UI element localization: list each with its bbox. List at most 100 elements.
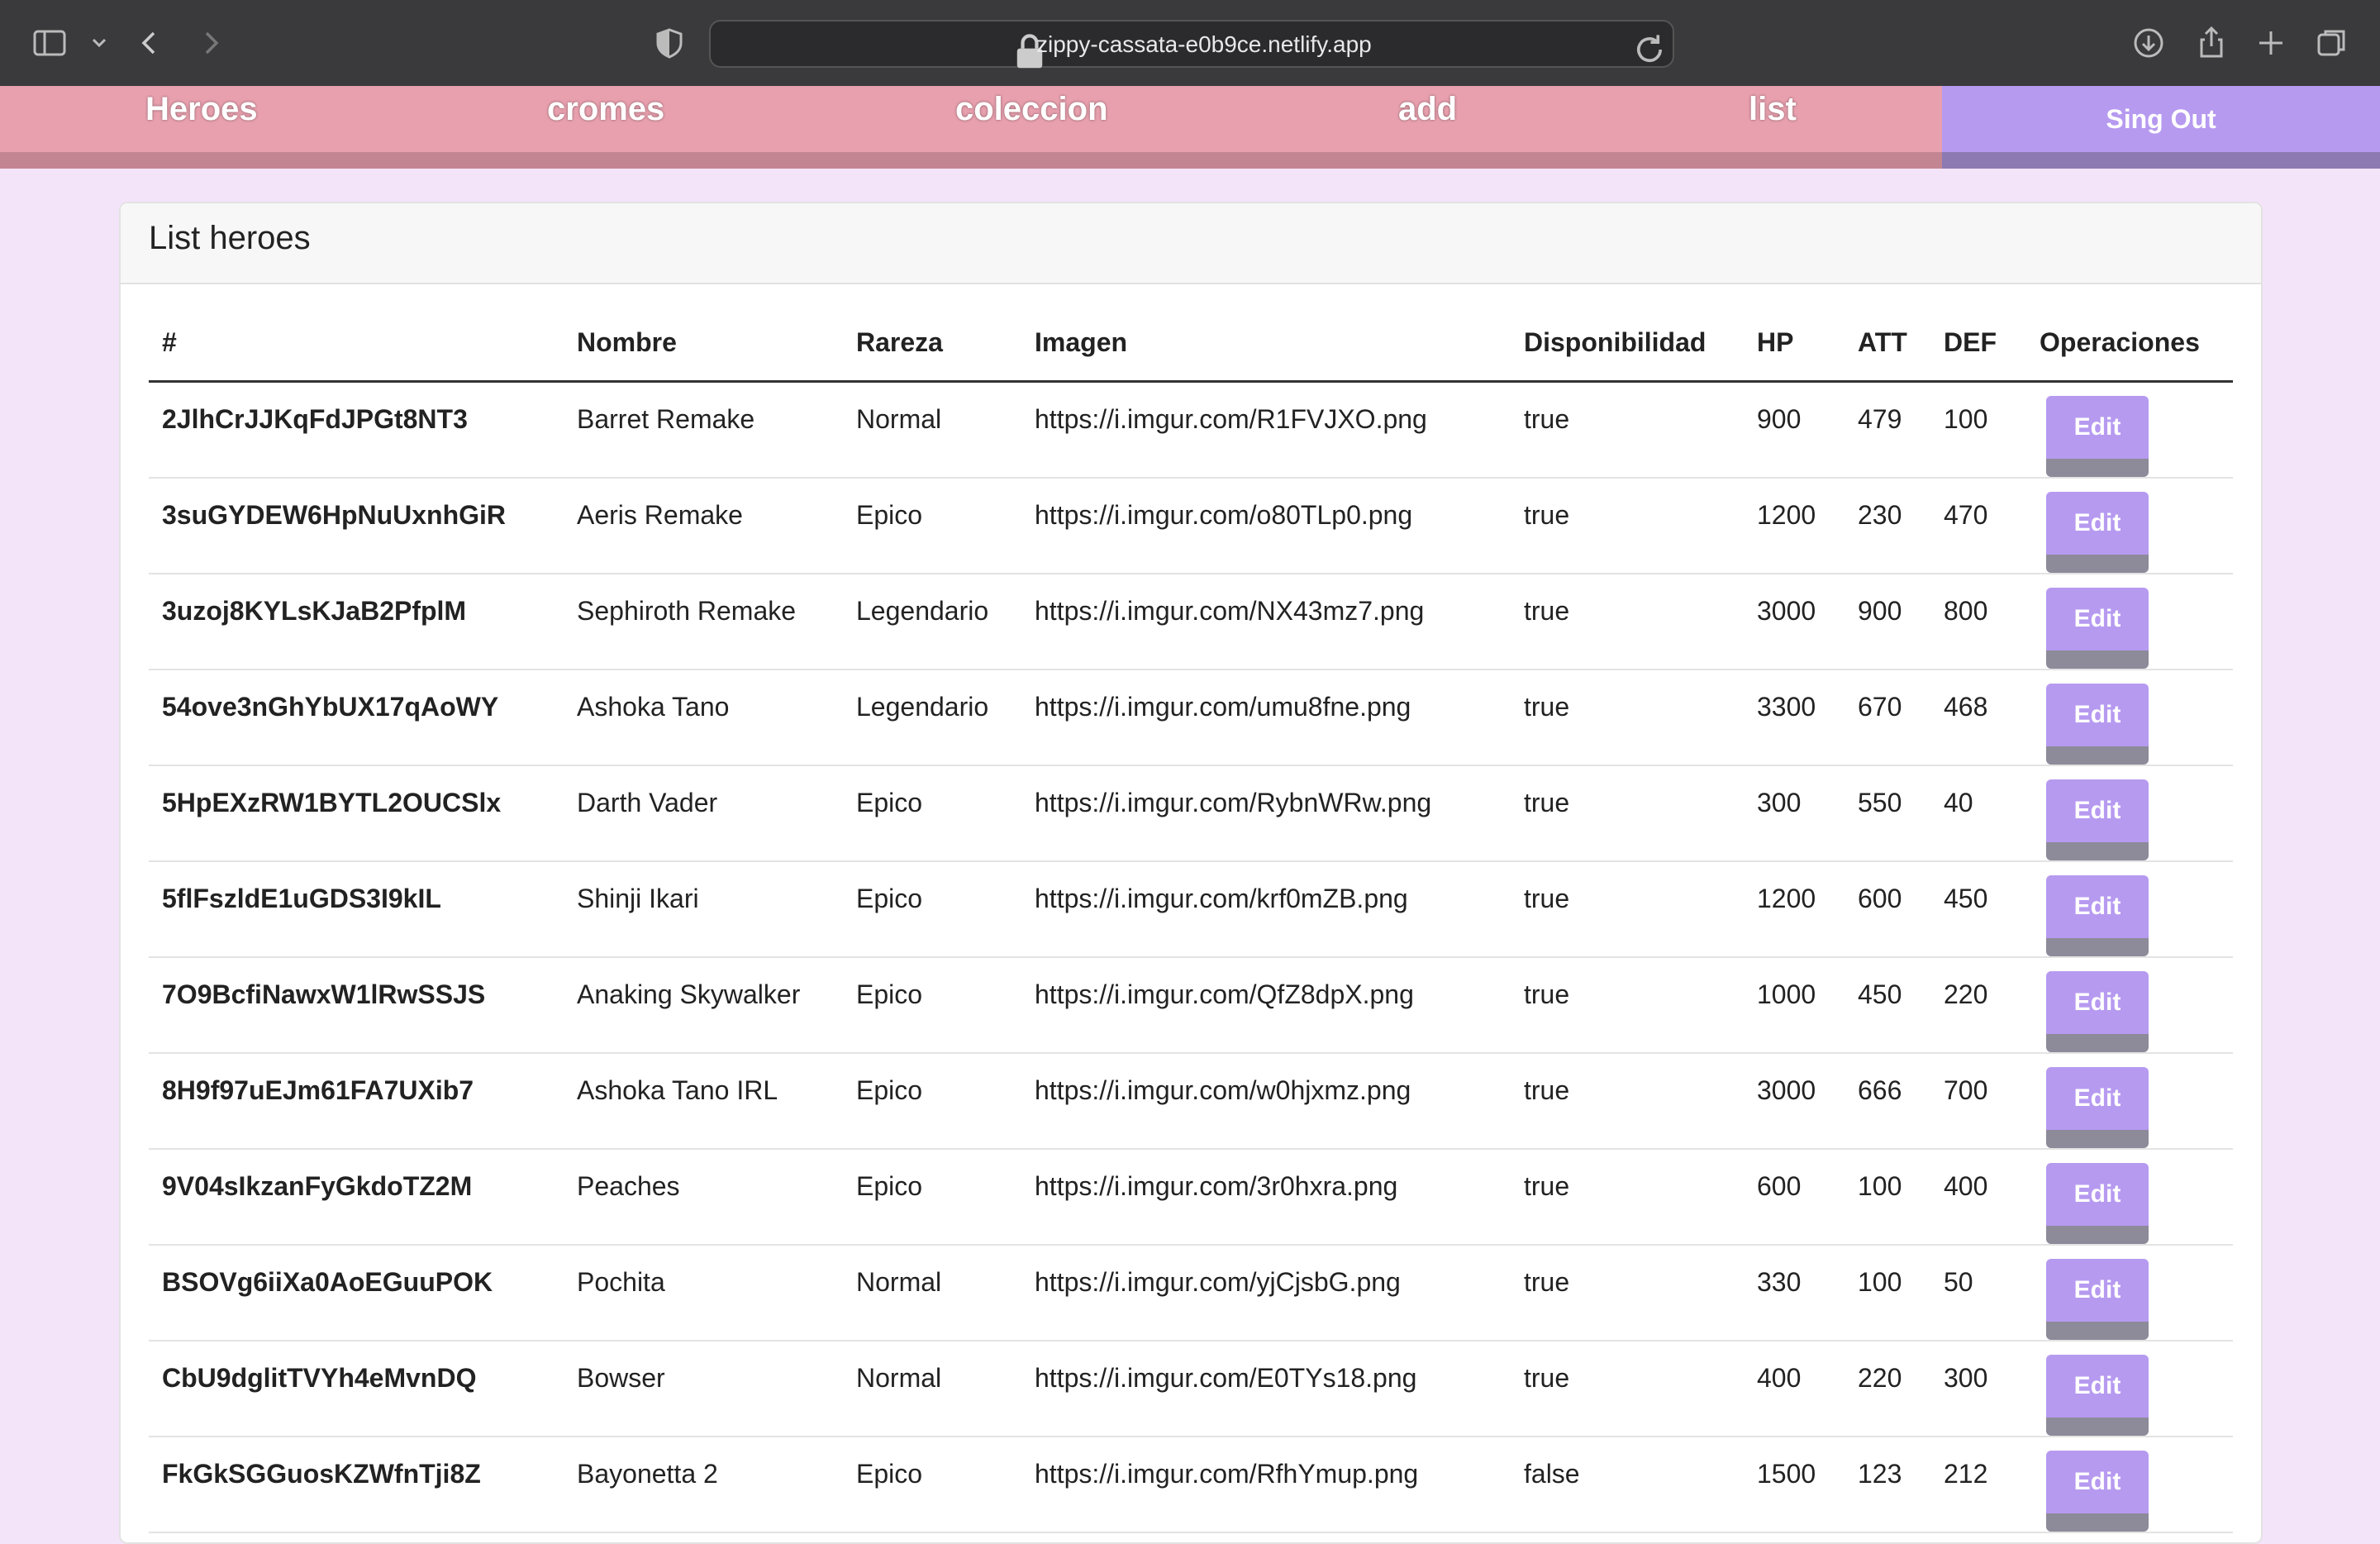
cell-operaciones: Edit <box>2026 1437 2233 1533</box>
forward-icon[interactable] <box>192 25 228 61</box>
table-row: 8H9f97uEJm61FA7UXib7 Ashoka Tano IRL Epico… <box>149 1053 2233 1150</box>
cell-rareza: Epico <box>843 765 1021 862</box>
nav-list[interactable]: list <box>1749 91 1797 128</box>
cell-def: 212 <box>1930 1437 2026 1533</box>
cell-def: 300 <box>1930 1341 2026 1437</box>
table-row: 9V04sIkzanFyGkdoTZ2M Peaches Epico https://… <box>149 1149 2233 1246</box>
table-row: FkGkSGGuosKZWfnTji8Z Bayonetta 2 Epico http… <box>149 1437 2233 1533</box>
cell-rareza: Legendario <box>843 670 1021 766</box>
table-row: 7O9BcfiNawxW1lRwSSJS Anaking Skywalker Epi… <box>149 957 2233 1054</box>
share-icon[interactable] <box>2193 25 2230 61</box>
cell-id: 8H9f97uEJm61FA7UXib7 <box>149 1053 564 1150</box>
cell-imagen: https://i.imgur.com/RfhYmup.png <box>1021 1437 1511 1533</box>
cell-att: 100 <box>1844 1245 1930 1341</box>
cell-id: 9V04sIkzanFyGkdoTZ2M <box>149 1149 564 1246</box>
cell-id: 3suGYDEW6HpNuUxnhGiR <box>149 478 564 574</box>
chevron-down-icon[interactable] <box>81 25 107 61</box>
cell-att: 666 <box>1844 1053 1930 1150</box>
cell-nombre: Peaches <box>564 1149 843 1246</box>
back-icon[interactable] <box>132 25 169 61</box>
cell-operaciones: Edit <box>2026 765 2233 862</box>
cell-def: 40 <box>1930 765 2026 862</box>
sign-out-button[interactable]: Sing Out <box>1942 86 2380 169</box>
cell-nombre: Bayonetta 2 <box>564 1437 843 1533</box>
edit-button[interactable]: Edit <box>2046 684 2149 765</box>
edit-button[interactable]: Edit <box>2046 779 2149 860</box>
cell-hp: 600 <box>1744 1149 1844 1246</box>
cell-disponibilidad: true <box>1511 1149 1744 1246</box>
edit-button[interactable]: Edit <box>2046 492 2149 573</box>
edit-button[interactable]: Edit <box>2046 1067 2149 1148</box>
col-header-def: DEF <box>1930 327 2026 383</box>
edit-button[interactable]: Edit <box>2046 1355 2149 1436</box>
cell-nombre: Darth Vader <box>564 765 843 862</box>
nav-cromes[interactable]: cromes <box>547 91 664 128</box>
table-row: 3uzoj8KYLsKJaB2PfplM Sephiroth Remake Lege… <box>149 574 2233 670</box>
edit-button[interactable]: Edit <box>2046 396 2149 477</box>
new-tab-icon[interactable] <box>2253 25 2289 61</box>
nav-coleccion[interactable]: coleccion <box>955 91 1108 128</box>
cell-def: 100 <box>1930 381 2026 479</box>
cell-hp: 1000 <box>1744 957 1844 1054</box>
edit-button[interactable]: Edit <box>2046 971 2149 1052</box>
cell-disponibilidad: true <box>1511 381 1744 479</box>
cell-operaciones: Edit <box>2026 861 2233 958</box>
reload-icon[interactable] <box>1631 31 1663 63</box>
cell-def: 50 <box>1930 1245 2026 1341</box>
cell-nombre: Ashoka Tano IRL <box>564 1053 843 1150</box>
cell-operaciones: Edit <box>2026 670 2233 766</box>
cell-att: 100 <box>1844 1149 1930 1246</box>
cell-disponibilidad: true <box>1511 670 1744 766</box>
edit-button[interactable]: Edit <box>2046 1451 2149 1532</box>
cell-def: 220 <box>1930 957 2026 1054</box>
cell-operaciones: Edit <box>2026 957 2233 1054</box>
cell-operaciones: Edit <box>2026 1149 2233 1246</box>
cell-def: 470 <box>1930 478 2026 574</box>
cell-def: 450 <box>1930 861 2026 958</box>
shield-icon[interactable] <box>651 25 688 61</box>
edit-button[interactable]: Edit <box>2046 1259 2149 1340</box>
cell-nombre: Ashoka Tano <box>564 670 843 766</box>
cell-rareza: Epico <box>843 1053 1021 1150</box>
cell-id: 3uzoj8KYLsKJaB2PfplM <box>149 574 564 670</box>
cell-imagen: https://i.imgur.com/krf0mZB.png <box>1021 861 1511 958</box>
sidebar-icon[interactable] <box>31 25 68 61</box>
cell-hp: 330 <box>1744 1245 1844 1341</box>
cell-rareza: Epico <box>843 1437 1021 1533</box>
cell-id: 5HpEXzRW1BYTL2OUCSlx <box>149 765 564 862</box>
cell-id: 7O9BcfiNawxW1lRwSSJS <box>149 957 564 1054</box>
edit-button[interactable]: Edit <box>2046 588 2149 669</box>
cell-nombre: Barret Remake <box>564 381 843 479</box>
cell-operaciones: Edit <box>2026 1245 2233 1341</box>
tabs-overview-icon[interactable] <box>2314 25 2350 61</box>
cell-id: BSOVg6iiXa0AoEGuuPOK <box>149 1245 564 1341</box>
cell-imagen: https://i.imgur.com/o80TLp0.png <box>1021 478 1511 574</box>
nav-add[interactable]: add <box>1398 91 1457 128</box>
url-text: zippy-cassata-e0b9ce.netlify.app <box>1036 31 1372 57</box>
download-icon[interactable] <box>2130 25 2167 61</box>
cell-id: 2JlhCrJJKqFdJPGt8NT3 <box>149 381 564 479</box>
edit-button[interactable]: Edit <box>2046 875 2149 956</box>
cell-imagen: https://i.imgur.com/R1FVJXO.png <box>1021 381 1511 479</box>
cell-att: 600 <box>1844 861 1930 958</box>
nav-heroes[interactable]: Heroes <box>145 91 258 128</box>
cell-imagen: https://i.imgur.com/E0TYs18.png <box>1021 1341 1511 1437</box>
table-row: 2JlhCrJJKqFdJPGt8NT3 Barret Remake Normal h… <box>149 381 2233 479</box>
cell-imagen: https://i.imgur.com/yjCjsbG.png <box>1021 1245 1511 1341</box>
cell-disponibilidad: true <box>1511 957 1744 1054</box>
col-header-operaciones: Operaciones <box>2026 327 2233 383</box>
col-header-rareza: Rareza <box>843 327 1021 383</box>
cell-imagen: https://i.imgur.com/NX43mz7.png <box>1021 574 1511 670</box>
cell-disponibilidad: false <box>1511 1437 1744 1533</box>
table-row: 5flFszldE1uGDS3I9kIL Shinji Ikari Epico htt… <box>149 861 2233 958</box>
cell-att: 479 <box>1844 381 1930 479</box>
address-bar[interactable]: zippy-cassata-e0b9ce.netlify.app <box>709 20 1674 69</box>
cell-nombre: Aeris Remake <box>564 478 843 574</box>
cell-id: 54ove3nGhYbUX17qAoWY <box>149 670 564 766</box>
cell-rareza: Normal <box>843 1341 1021 1437</box>
cell-att: 670 <box>1844 670 1930 766</box>
cell-operaciones: Edit <box>2026 1341 2233 1437</box>
edit-button[interactable]: Edit <box>2046 1163 2149 1244</box>
cell-operaciones: Edit <box>2026 1053 2233 1150</box>
cell-nombre: Shinji Ikari <box>564 861 843 958</box>
